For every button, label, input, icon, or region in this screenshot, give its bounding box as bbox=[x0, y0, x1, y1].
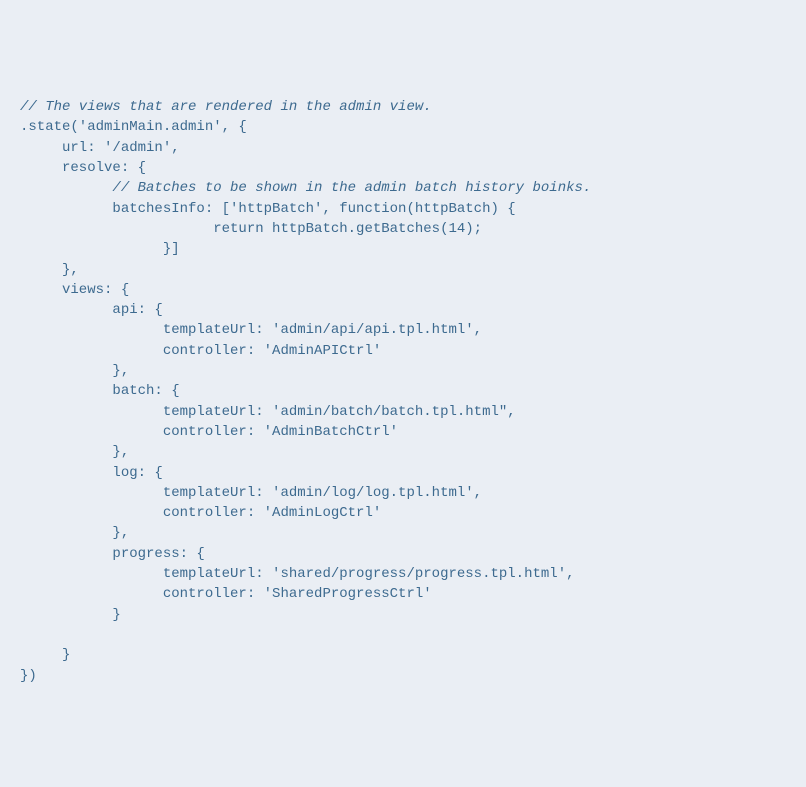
comment-line: // The views that are rendered in the ad… bbox=[20, 99, 432, 115]
code-line: templateUrl: 'shared/progress/progress.t… bbox=[20, 566, 575, 582]
code-line: return httpBatch.getBatches(14); bbox=[20, 221, 482, 237]
code-line: }) bbox=[20, 668, 37, 684]
code-line: }] bbox=[20, 241, 180, 257]
code-line: templateUrl: 'admin/log/log.tpl.html', bbox=[20, 485, 482, 501]
code-snippet: // The views that are rendered in the ad… bbox=[20, 97, 786, 686]
comment-line: // Batches to be shown in the admin batc… bbox=[20, 180, 591, 196]
code-line: views: { bbox=[20, 282, 129, 298]
code-line: url: '/admin', bbox=[20, 140, 180, 156]
code-line: templateUrl: 'admin/api/api.tpl.html', bbox=[20, 322, 482, 338]
code-line: api: { bbox=[20, 302, 163, 318]
code-line: }, bbox=[20, 363, 129, 379]
code-line: templateUrl: 'admin/batch/batch.tpl.html… bbox=[20, 404, 516, 420]
code-line: batch: { bbox=[20, 383, 180, 399]
code-line: .state('adminMain.admin', { bbox=[20, 119, 247, 135]
code-line: controller: 'SharedProgressCtrl' bbox=[20, 586, 432, 602]
code-line: controller: 'AdminAPICtrl' bbox=[20, 343, 381, 359]
code-line: } bbox=[20, 647, 70, 663]
code-line: }, bbox=[20, 262, 79, 278]
code-line: log: { bbox=[20, 465, 163, 481]
code-line: resolve: { bbox=[20, 160, 146, 176]
code-line: }, bbox=[20, 525, 129, 541]
code-line: controller: 'AdminBatchCtrl' bbox=[20, 424, 398, 440]
code-line: progress: { bbox=[20, 546, 205, 562]
code-line: controller: 'AdminLogCtrl' bbox=[20, 505, 381, 521]
code-line: }, bbox=[20, 444, 129, 460]
code-line: batchesInfo: ['httpBatch', function(http… bbox=[20, 201, 516, 217]
code-line: } bbox=[20, 607, 121, 623]
